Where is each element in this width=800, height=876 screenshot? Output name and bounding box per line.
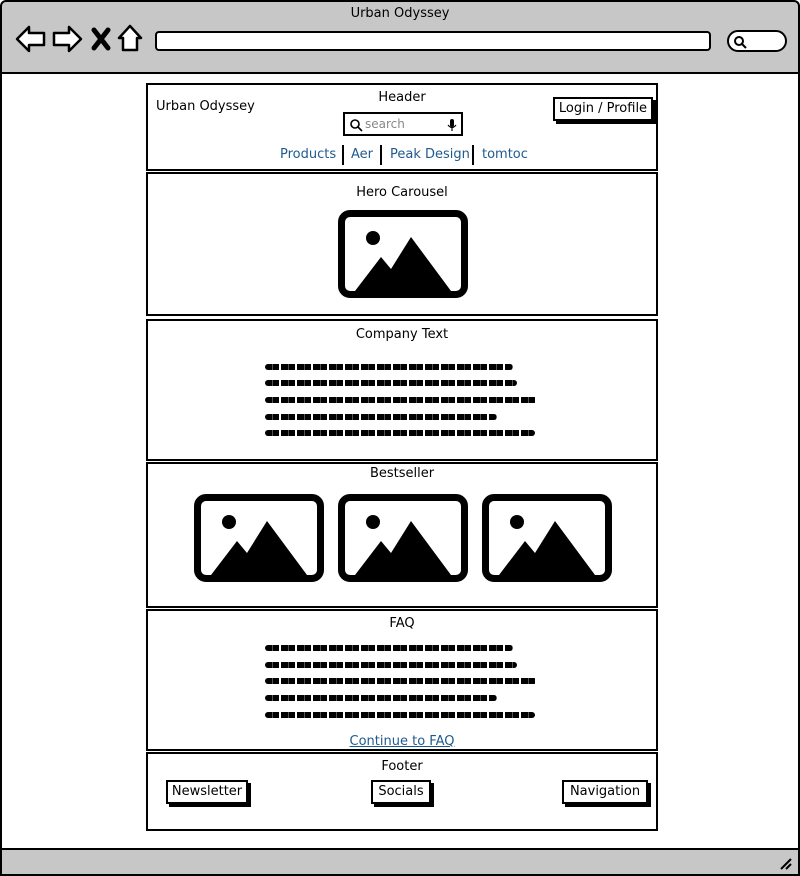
placeholder-text-line bbox=[265, 695, 497, 701]
placeholder-text-line bbox=[265, 645, 513, 651]
header-section: Header Urban Odyssey Login / Profile sea… bbox=[146, 83, 658, 171]
continue-to-faq-link[interactable]: Continue to FAQ bbox=[148, 734, 656, 749]
placeholder-text-line bbox=[265, 662, 517, 668]
resize-grip-icon[interactable] bbox=[778, 856, 792, 870]
placeholder-text-line bbox=[265, 712, 535, 718]
nav-separator bbox=[472, 145, 474, 165]
address-bar[interactable] bbox=[155, 31, 711, 51]
section-label-faq: FAQ bbox=[389, 616, 415, 631]
nav-link-tomtoc[interactable]: tomtoc bbox=[482, 147, 528, 162]
navigation-button[interactable]: Navigation bbox=[562, 780, 648, 804]
newsletter-button[interactable]: Newsletter bbox=[166, 780, 248, 804]
search-icon bbox=[734, 36, 747, 49]
image-placeholder-icon[interactable] bbox=[194, 494, 324, 582]
image-placeholder-icon[interactable] bbox=[482, 494, 612, 582]
microphone-icon[interactable] bbox=[447, 118, 457, 132]
login-profile-button[interactable]: Login / Profile bbox=[553, 97, 653, 121]
company-text-section: Company Text bbox=[146, 319, 658, 461]
socials-button[interactable]: Socials bbox=[371, 780, 431, 804]
bestseller-section: Bestseller bbox=[146, 462, 658, 608]
image-placeholder-icon[interactable] bbox=[338, 494, 468, 582]
section-label-hero: Hero Carousel bbox=[356, 185, 448, 200]
forward-arrow-icon[interactable] bbox=[50, 22, 84, 56]
nav-link-products[interactable]: Products bbox=[280, 147, 336, 162]
faq-section: FAQ Continue to FAQ bbox=[146, 609, 658, 751]
section-label-company-text: Company Text bbox=[355, 327, 449, 342]
footer-section: Footer Newsletter Socials Navigation bbox=[146, 752, 658, 831]
placeholder-text-line bbox=[265, 397, 537, 403]
search-placeholder: search bbox=[365, 117, 405, 131]
hero-carousel-section: Hero Carousel bbox=[146, 172, 658, 316]
placeholder-text-line bbox=[265, 364, 513, 370]
section-label-footer: Footer bbox=[381, 759, 423, 774]
search-icon bbox=[350, 119, 363, 132]
window-title: Urban Odyssey bbox=[350, 6, 450, 21]
nav-separator bbox=[342, 145, 344, 165]
nav-separator bbox=[380, 145, 382, 165]
placeholder-text-line bbox=[265, 380, 517, 386]
browser-statusbar bbox=[0, 848, 800, 876]
nav-link-aer[interactable]: Aer bbox=[351, 147, 373, 162]
browser-search-field[interactable] bbox=[727, 30, 787, 52]
placeholder-text-line bbox=[265, 430, 535, 436]
search-input[interactable]: search bbox=[343, 112, 463, 136]
brand-logo-text: Urban Odyssey bbox=[156, 99, 255, 114]
back-arrow-icon[interactable] bbox=[14, 22, 48, 56]
image-placeholder-icon[interactable] bbox=[338, 210, 468, 298]
section-label-bestseller: Bestseller bbox=[369, 466, 435, 481]
nav-link-peak-design[interactable]: Peak Design bbox=[390, 147, 470, 162]
home-icon[interactable] bbox=[114, 22, 148, 56]
placeholder-text-line bbox=[265, 414, 497, 420]
placeholder-text-line bbox=[265, 678, 537, 684]
